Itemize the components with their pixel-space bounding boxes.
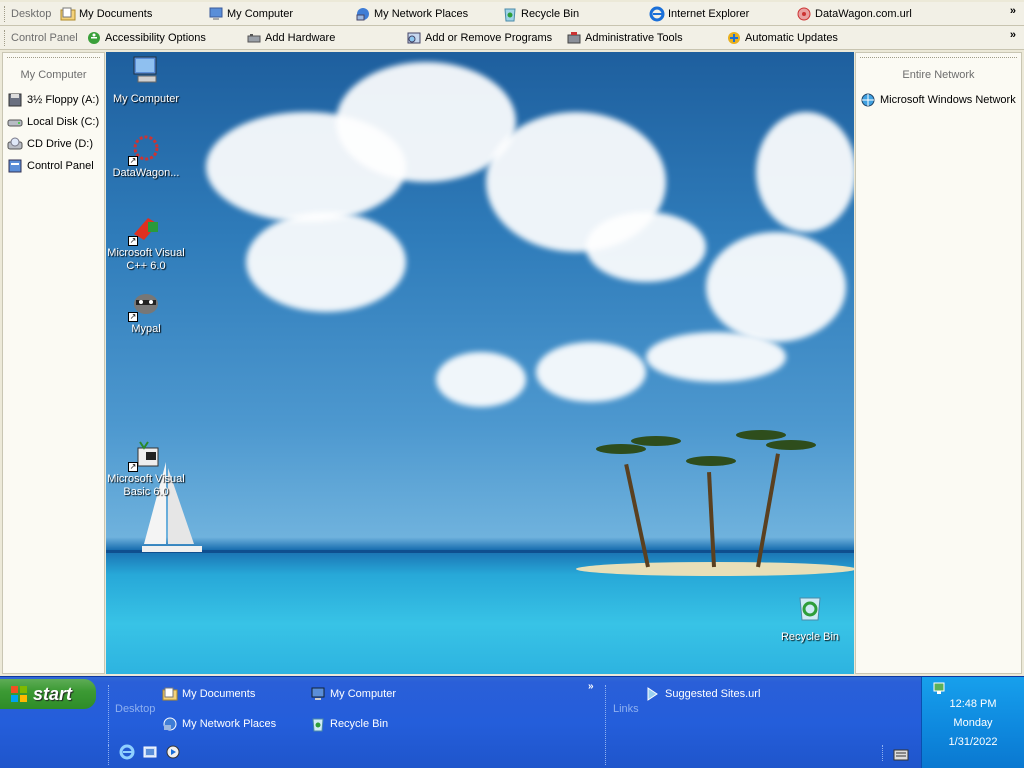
shortcut-arrow-icon: ↗ [128,312,138,322]
toolbar-grip[interactable] [4,29,8,46]
toolbar-item-my-documents[interactable]: My Documents [60,3,152,25]
taskbar-item-network-places[interactable]: My Network Places [162,716,276,732]
toolbar-item-add-hardware[interactable]: Add Hardware [246,27,335,49]
toolbar-overflow-chevron[interactable]: » [588,681,594,692]
toolbar-item-network-places[interactable]: My Network Places [355,3,468,25]
toolbar-overflow-chevron[interactable]: » [1010,5,1016,17]
floppy-icon [8,93,22,107]
network-icon [356,8,369,21]
admin-tools-icon [567,32,581,44]
drive-local-disk-c[interactable]: Local Disk (C:) [3,111,104,133]
programs-icon [407,32,421,44]
wallpaper-cloud [536,342,646,402]
clock-time[interactable]: 12:48 PM [922,697,1024,712]
accessibility-icon [88,32,100,44]
url-icon [797,7,811,21]
windows-logo-icon [11,686,27,702]
folder-documents-icon [162,687,178,701]
clock-day: Monday [953,717,993,729]
computer-icon [209,7,223,20]
shortcut-arrow-icon: ↗ [128,462,138,472]
wallpaper-cloud [436,352,526,407]
desktop-icon-visual-cpp[interactable]: ↗ Microsoft Visual C++ 6.0 [106,212,188,273]
taskbar-item-my-computer[interactable]: My Computer [310,686,396,702]
cd-drive-icon [7,137,23,150]
wallpaper-cloud [756,112,854,232]
entire-network-panel: Entire Network Microsoft Windows Network [855,52,1022,674]
taskbar-item-suggested-sites[interactable]: Suggested Sites.url [645,686,760,702]
ie-icon [649,6,665,22]
wallpaper-cloud [706,232,846,342]
desktop-icon-recycle-bin[interactable]: Recycle Bin [768,592,852,644]
wallpaper-cloud [246,212,406,312]
toolbar-item-automatic-updates[interactable]: Automatic Updates [726,27,838,49]
recycle-bin-icon [504,8,516,22]
links-toolbar-label: Links [613,703,639,715]
desktop-icon-my-computer[interactable]: My Computer [106,54,188,106]
microsoft-windows-network-item[interactable]: Microsoft Windows Network [856,89,1021,111]
control-panel-icon [8,159,22,173]
toolbar-item-datawagon-url[interactable]: DataWagon.com.url [796,3,912,25]
desktop-icon-visual-basic[interactable]: ↗ Microsoft Visual Basic 6.0 [106,438,188,499]
wallpaper-cloud [646,332,786,382]
panel-title: Entire Network [902,69,975,81]
palm-frond [766,440,816,450]
desktop-icon-mypal[interactable]: ↗ Mypal [106,288,188,336]
toolbar-grip[interactable] [882,745,885,761]
panel-grip[interactable] [860,57,1017,61]
updates-icon [728,32,740,44]
shortcut-arrow-icon: ↗ [128,236,138,246]
taskbar-item-my-documents[interactable]: My Documents [162,686,255,702]
recycle-bin-icon [799,597,821,621]
windows-network-icon [861,93,875,107]
toolbar-label: Desktop [11,7,52,20]
desktop-toolbar: Desktop My Documents My Computer My Netw… [0,2,1024,26]
shortcut-arrow-icon: ↗ [128,156,138,166]
horizon-line [106,550,854,553]
desktop-icon-datawagon[interactable]: ↗ DataWagon... [106,132,188,180]
recycle-bin-icon [312,718,324,732]
toolbar-item-internet-explorer[interactable]: Internet Explorer [649,3,749,25]
media-player-icon[interactable] [165,744,181,760]
url-icon [647,687,658,701]
toolbar-item-administrative-tools[interactable]: Administrative Tools [566,27,683,49]
toolbar-overflow-chevron[interactable]: » [1010,29,1016,41]
network-status-icon[interactable] [932,681,946,695]
my-computer-panel: My Computer 3½ Floppy (A:) Local Disk (C… [2,52,105,674]
palm-frond [596,444,646,454]
desktop-wallpaper[interactable]: My Computer ↗ DataWagon... ↗ Microsoft V… [106,52,854,674]
computer-icon [133,56,157,83]
system-tray: 12:48 PM Monday 1/31/2022 [921,677,1024,768]
palm-frond [686,456,736,466]
toolbar-grip[interactable] [4,5,8,22]
toolbar-grip[interactable] [605,685,608,765]
hardware-icon [247,34,261,43]
disk-icon [7,119,23,127]
panel-grip[interactable] [7,57,100,61]
toolbar-label: Control Panel [11,31,78,44]
panel-title: My Computer [20,69,87,81]
show-desktop-icon[interactable] [142,744,158,760]
control-panel-toolbar: Control Panel Accessibility Options Add … [0,26,1024,50]
palm-frond [736,430,786,440]
wallpaper-cloud [586,212,706,282]
start-button[interactable]: start [0,679,96,709]
folder-documents-icon [60,7,76,21]
palm-frond [631,436,681,446]
drive-cd-d[interactable]: CD Drive (D:) [3,133,104,155]
toolbar-item-accessibility-options[interactable]: Accessibility Options [86,27,206,49]
keyboard-icon[interactable] [893,749,909,761]
drive-floppy-a[interactable]: 3½ Floppy (A:) [3,89,104,111]
toolbar-item-add-remove-programs[interactable]: Add or Remove Programs [406,27,552,49]
taskbar-item-recycle-bin[interactable]: Recycle Bin [310,716,388,732]
desktop-toolbar-label: Desktop [115,703,156,715]
computer-icon [311,687,325,700]
toolbar-item-my-computer[interactable]: My Computer [208,3,293,25]
ie-quicklaunch-icon[interactable] [119,744,135,760]
toolbar-grip[interactable] [108,745,111,761]
network-icon [163,717,177,731]
toolbar-item-recycle-bin[interactable]: Recycle Bin [502,3,579,25]
control-panel-item[interactable]: Control Panel [3,155,104,177]
clock-date: 1/31/2022 [948,736,998,748]
